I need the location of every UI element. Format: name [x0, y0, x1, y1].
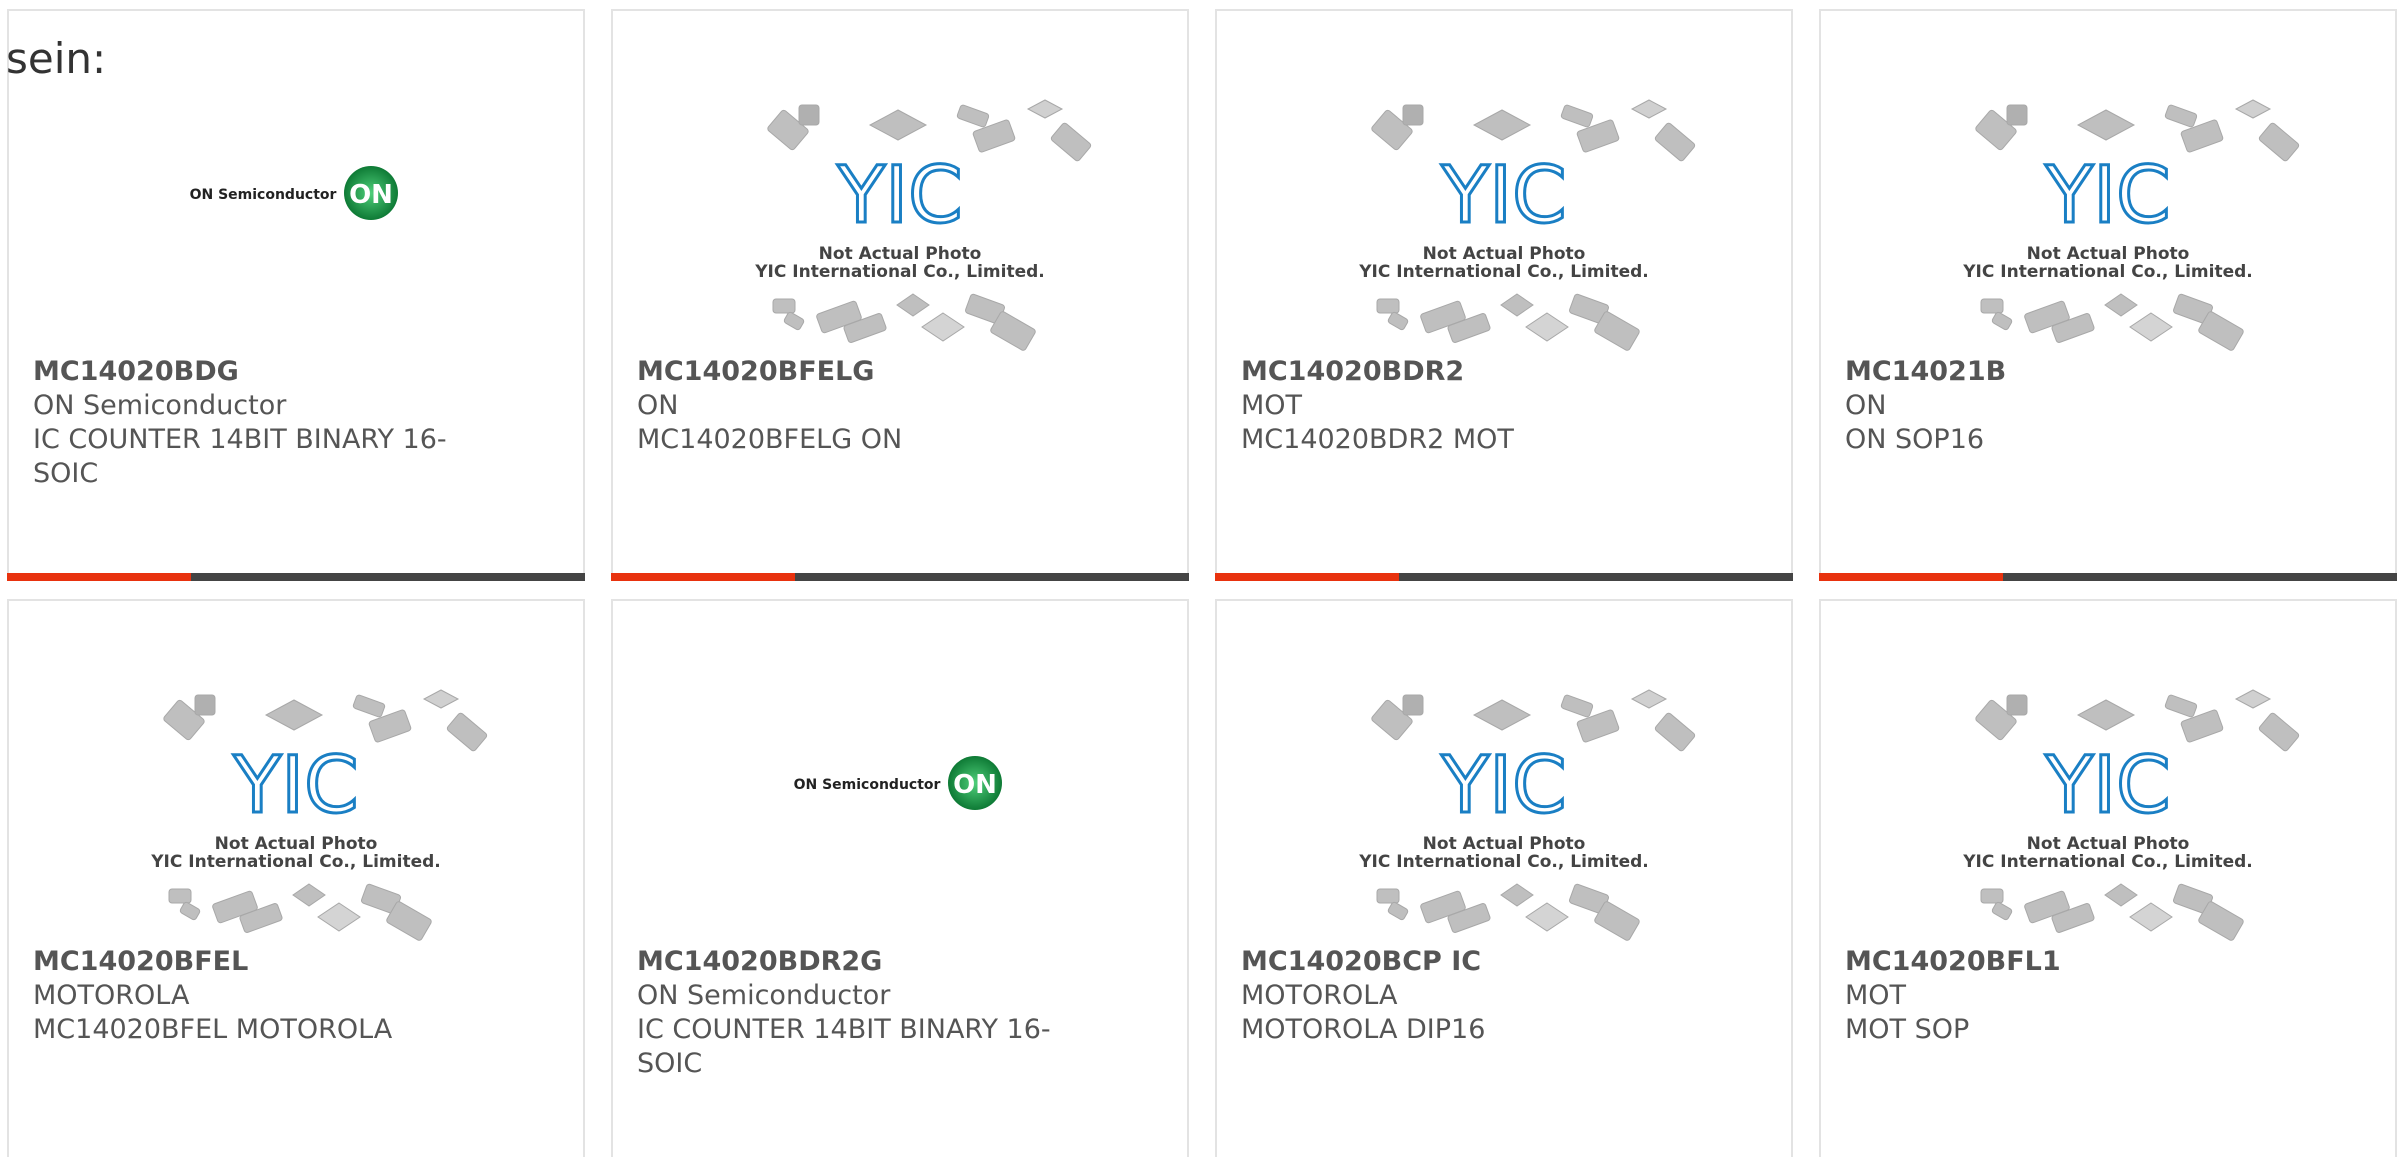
description: MOTOROLA DIP16: [1241, 1014, 1486, 1045]
placeholder-line1: Not Actual Photo: [819, 244, 982, 264]
heading-fragment: sein:: [6, 34, 107, 83]
description: MOT SOP: [1845, 1014, 1970, 1045]
manufacturer: ON: [637, 390, 679, 421]
not-actual-photo-image: YIC Not Actual Photo YIC International Co.…: [1821, 91, 2395, 361]
placeholder-line2: YIC International Co., Limited.: [1358, 262, 1649, 282]
product-card[interactable]: YIC Not Actual Photo YIC International Co.…: [1215, 599, 1793, 1157]
description: MC14020BDR2 MOT: [1241, 424, 1514, 455]
description: IC COUNTER 14BIT BINARY 16-: [637, 1014, 1051, 1045]
placeholder-line1: Not Actual Photo: [1423, 244, 1586, 264]
placeholder-line2: YIC International Co., Limited.: [1962, 852, 2253, 872]
onsemi-wordmark: ON Semiconductor: [190, 187, 337, 203]
part-number-link[interactable]: MC14020BDR2: [1241, 355, 1671, 389]
yic-logo: YIC: [1440, 151, 1566, 241]
description: IC COUNTER 14BIT BINARY 16-: [33, 424, 447, 455]
placeholder-line1: Not Actual Photo: [1423, 834, 1586, 854]
placeholder-line1: Not Actual Photo: [2027, 244, 2190, 264]
placeholder-line2: YIC International Co., Limited.: [1358, 852, 1649, 872]
product-card[interactable]: YIC Not Actual Photo YIC International Co.…: [1215, 9, 1793, 581]
part-number-link[interactable]: MC14020BDR2G: [637, 945, 1067, 979]
manufacturer: ON Semiconductor: [33, 390, 287, 421]
manufacturer: MOTOROLA: [1241, 980, 1398, 1011]
placeholder-line2: YIC International Co., Limited.: [754, 262, 1045, 282]
manufacturer: MOT: [1241, 390, 1303, 421]
on-badge-text: ON: [349, 180, 393, 210]
yic-logo: YIC: [836, 151, 962, 241]
card-accent-bar: [7, 573, 191, 581]
yic-logo: YIC: [232, 741, 358, 831]
placeholder-line2: YIC International Co., Limited.: [150, 852, 441, 872]
part-number-link[interactable]: MC14020BFELG: [637, 355, 1067, 389]
product-card[interactable]: YIC Not Actual Photo YIC International Co.…: [1819, 9, 2397, 581]
yic-logo: YIC: [2044, 151, 2170, 241]
description-cont: SOIC: [33, 458, 99, 489]
card-accent-bar: [1819, 573, 2003, 581]
part-number-link[interactable]: MC14020BDG: [33, 355, 463, 389]
part-number-link[interactable]: MC14020BFEL: [33, 945, 463, 979]
onsemi-logo-image: ON Semiconductor ON: [613, 681, 1187, 951]
description: MC14020BFEL MOTOROLA: [33, 1014, 393, 1045]
product-grid-page: sein: ON Semiconductor ON MC14020BDG ON S…: [0, 0, 2400, 1157]
description-cont: SOIC: [637, 1048, 703, 1079]
onsemi-wordmark: ON Semiconductor: [794, 777, 941, 793]
manufacturer: MOT: [1845, 980, 1907, 1011]
part-number-link[interactable]: MC14020BCP IC: [1241, 945, 1671, 979]
manufacturer: ON Semiconductor: [637, 980, 891, 1011]
description: MC14020BFELG ON: [637, 424, 903, 455]
card-bottom-bar: [1819, 573, 2397, 581]
part-number-link[interactable]: MC14020BFL1: [1845, 945, 2275, 979]
product-card[interactable]: YIC Not Actual Photo YIC International Co.…: [7, 599, 585, 1157]
not-actual-photo-image: YIC Not Actual Photo YIC International Co.…: [613, 91, 1187, 361]
not-actual-photo-image: YIC Not Actual Photo YIC International Co.…: [1217, 681, 1791, 951]
part-number-link[interactable]: MC14021B: [1845, 355, 2275, 389]
product-card[interactable]: ON Semiconductor ON MC14020BDG ON Semicon…: [7, 9, 585, 581]
on-badge-text: ON: [953, 770, 997, 800]
card-bottom-bar: [1215, 573, 1793, 581]
description: ON SOP16: [1845, 424, 1985, 455]
product-card[interactable]: YIC Not Actual Photo YIC International Co.…: [1819, 599, 2397, 1157]
card-accent-bar: [611, 573, 795, 581]
not-actual-photo-image: YIC Not Actual Photo YIC International Co.…: [1821, 681, 2395, 951]
card-accent-bar: [1215, 573, 1399, 581]
placeholder-line1: Not Actual Photo: [215, 834, 378, 854]
placeholder-line2: YIC International Co., Limited.: [1962, 262, 2253, 282]
product-card[interactable]: YIC Not Actual Photo YIC International Co.…: [611, 9, 1189, 581]
not-actual-photo-image: YIC Not Actual Photo YIC International Co.…: [9, 681, 583, 951]
yic-logo: YIC: [2044, 741, 2170, 831]
not-actual-photo-image: YIC Not Actual Photo YIC International Co.…: [1217, 91, 1791, 361]
manufacturer: MOTOROLA: [33, 980, 190, 1011]
card-bottom-bar: [611, 573, 1189, 581]
product-card[interactable]: ON Semiconductor ON MC14020BDR2G ON Semic…: [611, 599, 1189, 1157]
card-bottom-bar: [7, 573, 585, 581]
onsemi-logo-image: ON Semiconductor ON: [9, 91, 583, 361]
manufacturer: ON: [1845, 390, 1887, 421]
yic-logo: YIC: [1440, 741, 1566, 831]
placeholder-line1: Not Actual Photo: [2027, 834, 2190, 854]
